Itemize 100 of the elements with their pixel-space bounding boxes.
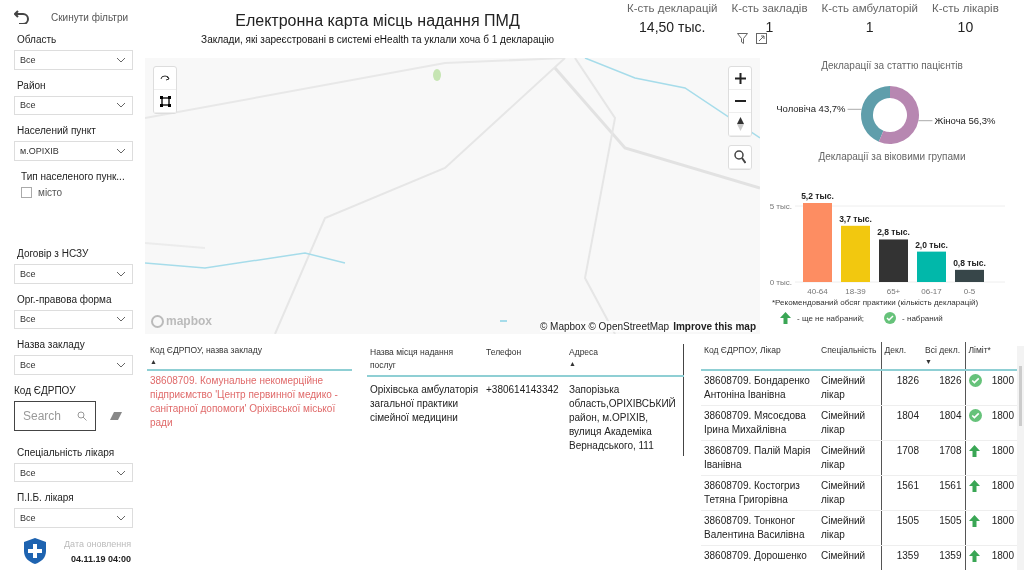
slice-label: Жіноча 56,3% (934, 114, 996, 126)
table-cell: 1561 (881, 475, 922, 511)
x-tick-label: 65+ (886, 287, 901, 296)
table-cell: Сімейний лікар (818, 440, 881, 476)
leader-line (917, 120, 933, 122)
legend-label: - набраний (902, 313, 943, 323)
doctor-name: 38608709. Бондаренко Антоніна Іванівна (701, 369, 818, 406)
shield-cross-icon (24, 538, 46, 564)
mapbox-logo-icon (151, 314, 164, 328)
table-cell: 1804 (881, 405, 922, 441)
search-icon (77, 410, 87, 421)
page-title: Електронна карта місць надання ПМД (235, 12, 520, 30)
table-cell: 1800 (991, 373, 1014, 388)
dropdown-field[interactable]: Все (14, 263, 133, 284)
doctor-name: 38608709. Палій Марія Іванівна (701, 440, 818, 476)
table-cell: Сімейний лікар (818, 475, 881, 511)
dropdown-field[interactable]: Все (14, 309, 133, 330)
chevron-down-icon (116, 469, 126, 476)
kpi-value: 14,50 тыс. (639, 19, 706, 35)
vertical-scrollbar[interactable] (1017, 346, 1024, 570)
bar-value-label: 0,8 тыс. (953, 257, 986, 268)
table-cell: +380614143342 (483, 375, 566, 456)
doctor-name: 38608709. Тонконог Валентина Василівна (701, 510, 818, 546)
table-cell: 1708 (881, 440, 922, 476)
bar-value-label: 2,8 тыс. (877, 227, 910, 238)
table-cell: 1505 (922, 510, 965, 546)
filter-label: Область (17, 34, 58, 45)
undo-icon (14, 10, 29, 24)
table-cell: 1505 (881, 510, 922, 546)
leader-line (847, 108, 863, 110)
chart-title: Декларації за статтю пацієнтів (821, 60, 963, 71)
improve-map-link[interactable]: Improve this map (673, 321, 756, 332)
filter-label: Код ЄДРПОУ (14, 384, 77, 396)
filter-label: Населений пункт (17, 125, 97, 137)
column-header[interactable]: Спеціальність (818, 342, 881, 370)
column-header[interactable]: Код ЄДРПОУ, Лікар (701, 342, 818, 370)
column-header[interactable]: Декл. (881, 342, 922, 370)
bar-value-label: 2,0 тыс. (915, 239, 948, 250)
dropdown-field[interactable]: Все (14, 355, 133, 375)
filter-label: Назва закладу (17, 339, 86, 351)
dropdown-field[interactable]: Все (14, 50, 133, 70)
filter-label: Договір з НСЗУ (17, 247, 90, 259)
chevron-down-icon (116, 56, 126, 63)
table-cell: 1800 (991, 513, 1014, 528)
table-cell: 1800 (991, 478, 1014, 493)
table-cell: Сімейний лікар (818, 369, 881, 406)
dropdown-field[interactable]: м.ОРІХІВ (14, 141, 133, 161)
filter-icon[interactable] (737, 33, 748, 44)
table-cell: 1800 (991, 443, 1014, 458)
bar-value-label: 3,7 тыс. (839, 213, 872, 224)
update-date: 04.11.19 04:00 (71, 553, 132, 564)
chevron-down-icon (116, 316, 126, 323)
table-cell: 1359 (881, 545, 922, 570)
x-tick-label: 06-17 (921, 287, 942, 296)
dropdown-field[interactable]: Все (14, 462, 133, 483)
kpi-label: К-сть лікарів (932, 2, 999, 14)
chart-title: Декларації за віковими групами (818, 151, 966, 162)
dropdown-field[interactable]: Все (14, 508, 133, 528)
map-attribution: © Mapbox © OpenStreetMap (539, 321, 670, 332)
filter-label: Спеціальність лікаря (17, 446, 116, 458)
table-cell: Оріхівська амбулаторія загальної практики сімейної медицини (367, 375, 483, 456)
bar-value-label: 5,2 тыс. (801, 191, 834, 201)
doctor-name: 38608709. Костогриз Тетяна Григорівна (701, 475, 818, 511)
kpi-value: 1 (865, 19, 874, 35)
mapbox-logo: mapbox (166, 314, 212, 328)
checkbox[interactable] (21, 186, 32, 198)
table-cell: 1826 (881, 369, 922, 406)
table-cell: Сімейний лікар (818, 405, 881, 441)
update-label: Дата оновлення (64, 538, 132, 549)
table-cell: 1804 (922, 405, 965, 441)
eraser-icon[interactable] (110, 411, 122, 420)
legend-label: - ще не набраний; (797, 313, 865, 323)
table-cell: 1800 (991, 548, 1014, 563)
kpi-label: К-сть закладів (731, 2, 808, 14)
focus-mode-icon[interactable] (756, 33, 767, 44)
x-tick-label: 18-39 (845, 287, 866, 296)
kpi-value: 1 (765, 19, 774, 35)
kpi-value: 10 (957, 19, 974, 35)
y-tick-label: 0 тыс. (769, 278, 792, 287)
table-cell: 1708 (922, 440, 965, 476)
filter-label: Район (17, 79, 47, 91)
table-cell: 1800 (991, 408, 1014, 423)
table-cell: 1359 (922, 545, 965, 570)
chevron-down-icon (116, 515, 126, 522)
table-cell: Запорізька область,ОРІХІВСЬКИЙ район, м.ОРІХІВ, вулиця Академіка Вернадського, 111 (566, 375, 683, 456)
filter-label: П.І.Б. лікаря (17, 492, 75, 504)
dropdown-field[interactable]: Все (14, 95, 133, 116)
kpi-label: К-сть декларацій (627, 2, 718, 14)
page-subtitle: Заклади, які зареєстровані в системі eHealth та уклали хоча б 1 декларацію (201, 34, 554, 45)
column-header[interactable]: Телефон (483, 344, 566, 376)
chevron-down-icon (116, 148, 126, 155)
chevron-down-icon (116, 102, 126, 109)
table-cell: Сімейний лікар (818, 510, 881, 546)
checkbox-label: місто (38, 186, 63, 198)
reset-filters-button[interactable]: Скинути фільтри (14, 10, 133, 24)
column-header[interactable]: Назва місця надання послуг (367, 344, 483, 376)
filter-label: Тип населеного пунк... (21, 170, 126, 182)
table-cell: Сімейний (818, 545, 881, 570)
doctor-name: 38608709. Мясоєдова Ірина Михайлівна (701, 405, 818, 441)
y-tick-label: 5 тыс. (769, 202, 792, 212)
